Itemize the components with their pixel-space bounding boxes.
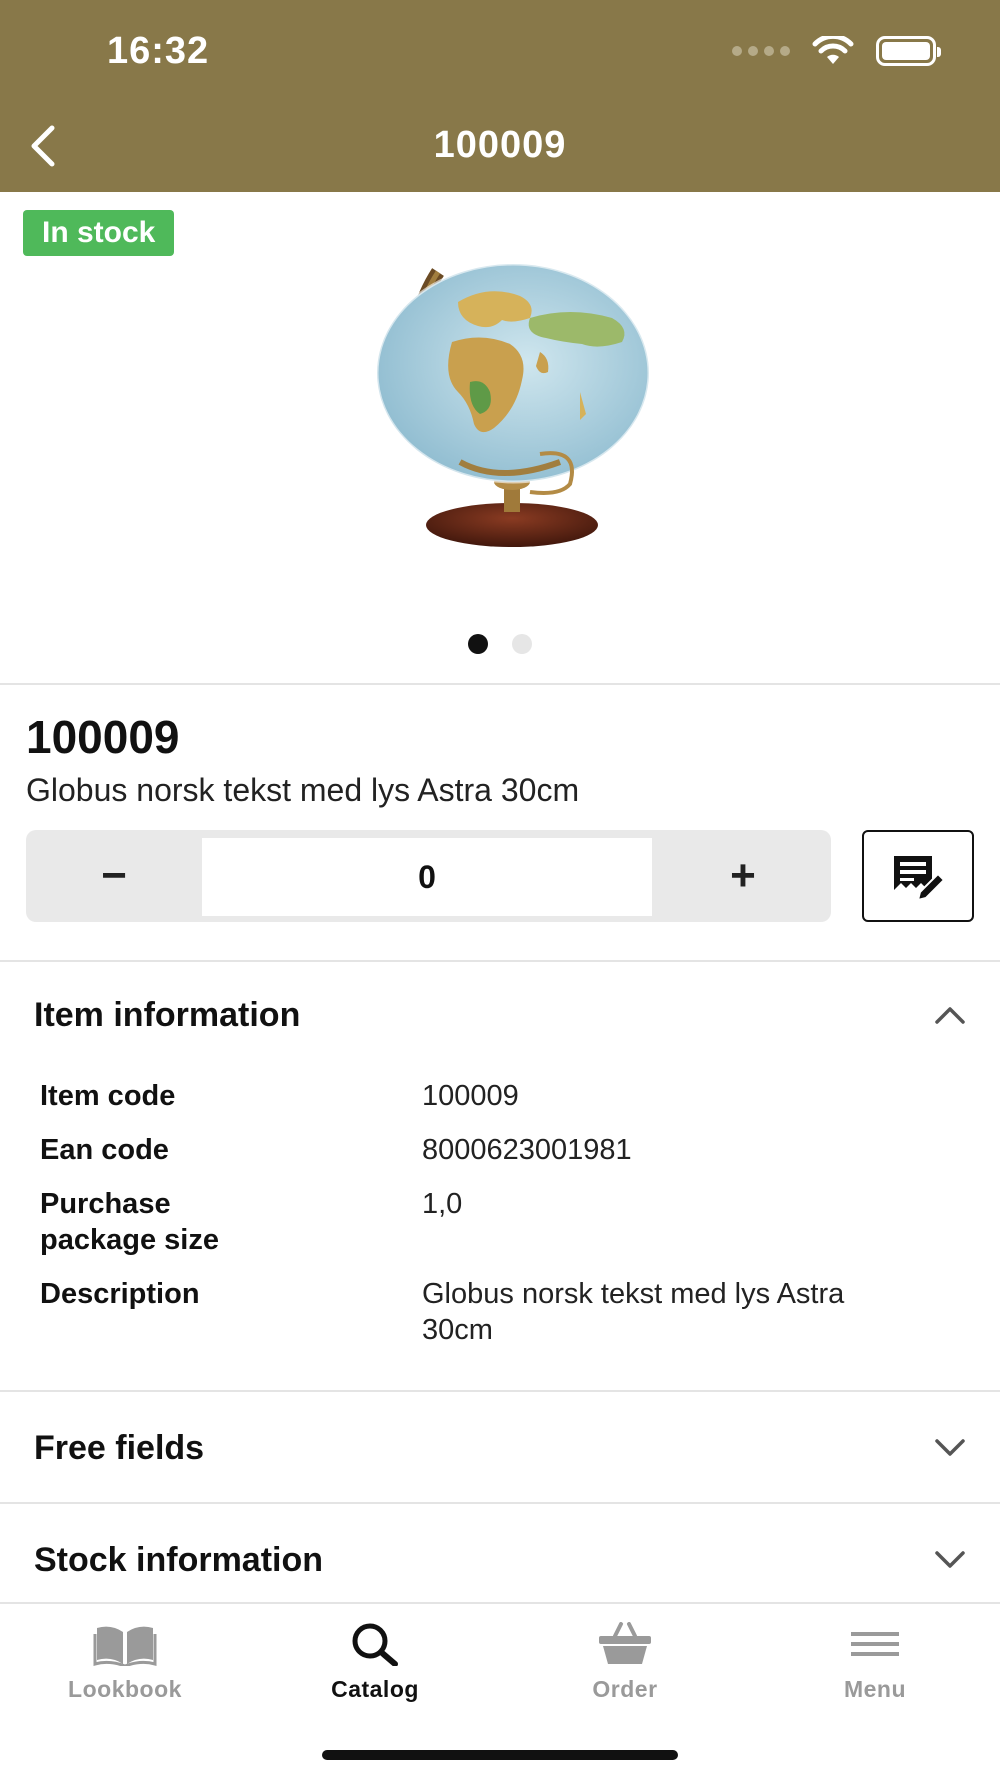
chevron-down-icon	[935, 1439, 965, 1456]
info-row: Description Globus norsk tekst med lys A…	[40, 1276, 960, 1348]
globe-product-image[interactable]	[340, 232, 660, 552]
app-header: 16:32 100009	[0, 0, 1000, 192]
quantity-input[interactable]	[202, 838, 652, 916]
status-time: 16:32	[107, 30, 210, 72]
stock-information-header[interactable]: Stock information	[0, 1532, 1000, 1588]
basket-icon	[599, 1622, 651, 1664]
search-icon	[352, 1623, 398, 1666]
decrease-quantity-button[interactable]: −	[26, 830, 202, 922]
book-icon	[93, 1626, 157, 1666]
wifi-icon	[812, 36, 854, 64]
pager-dot-active[interactable]	[468, 634, 488, 654]
divider	[0, 960, 1000, 962]
item-information-header[interactable]: Item information	[0, 990, 1000, 1040]
image-pager[interactable]	[0, 634, 1000, 654]
info-label: Description	[40, 1278, 200, 1310]
section-title: Free fields	[34, 1428, 205, 1467]
info-label: Item code	[40, 1080, 176, 1112]
info-value: Globus norsk tekst med lys Astra 30cm	[422, 1278, 845, 1346]
item-name: Globus norsk tekst med lys Astra 30cm	[26, 772, 580, 808]
increase-quantity-button[interactable]: +	[655, 830, 831, 922]
info-value: 1,0	[422, 1188, 463, 1220]
info-label: Purchase package size	[40, 1188, 219, 1256]
info-value: 8000623001981	[422, 1134, 632, 1166]
cellular-signal-icon	[732, 46, 790, 56]
chevron-down-icon	[935, 1551, 965, 1568]
tab-label: Lookbook	[68, 1676, 182, 1702]
info-value: 100009	[422, 1080, 519, 1112]
chevron-up-icon	[935, 1007, 965, 1024]
stock-status-badge: In stock	[23, 210, 175, 256]
info-label: Ean code	[40, 1134, 169, 1166]
tab-label: Menu	[843, 1676, 907, 1702]
status-icons	[732, 36, 941, 66]
tab-label: Catalog	[331, 1676, 419, 1702]
tab-catalog[interactable]: Catalog	[250, 1622, 500, 1703]
divider	[0, 683, 1000, 685]
battery-icon	[876, 36, 941, 66]
divider	[0, 1390, 1000, 1392]
item-information-table: Item code 100009 Ean code 8000623001981 …	[40, 1078, 960, 1366]
info-row: Purchase package size 1,0	[40, 1186, 960, 1258]
tab-menu[interactable]: Menu	[750, 1622, 1000, 1703]
item-code-heading: 100009	[26, 711, 180, 763]
product-gallery[interactable]: In stock	[0, 192, 1000, 684]
info-row: Item code 100009	[40, 1078, 960, 1114]
section-title: Item information	[34, 995, 301, 1034]
page-title: 100009	[433, 124, 567, 166]
home-indicator	[322, 1750, 678, 1760]
section-title: Stock information	[34, 1540, 324, 1579]
pager-dot[interactable]	[512, 634, 532, 654]
info-row: Ean code 8000623001981	[40, 1132, 960, 1168]
tab-lookbook[interactable]: Lookbook	[0, 1622, 250, 1703]
tab-order[interactable]: Order	[500, 1622, 750, 1703]
quantity-stepper: − +	[26, 830, 831, 922]
edit-note-icon	[894, 856, 946, 900]
free-fields-header[interactable]: Free fields	[0, 1420, 1000, 1476]
add-note-button[interactable]	[862, 830, 974, 922]
menu-icon	[851, 1632, 899, 1656]
tab-label: Order	[592, 1676, 658, 1702]
divider	[0, 1502, 1000, 1504]
